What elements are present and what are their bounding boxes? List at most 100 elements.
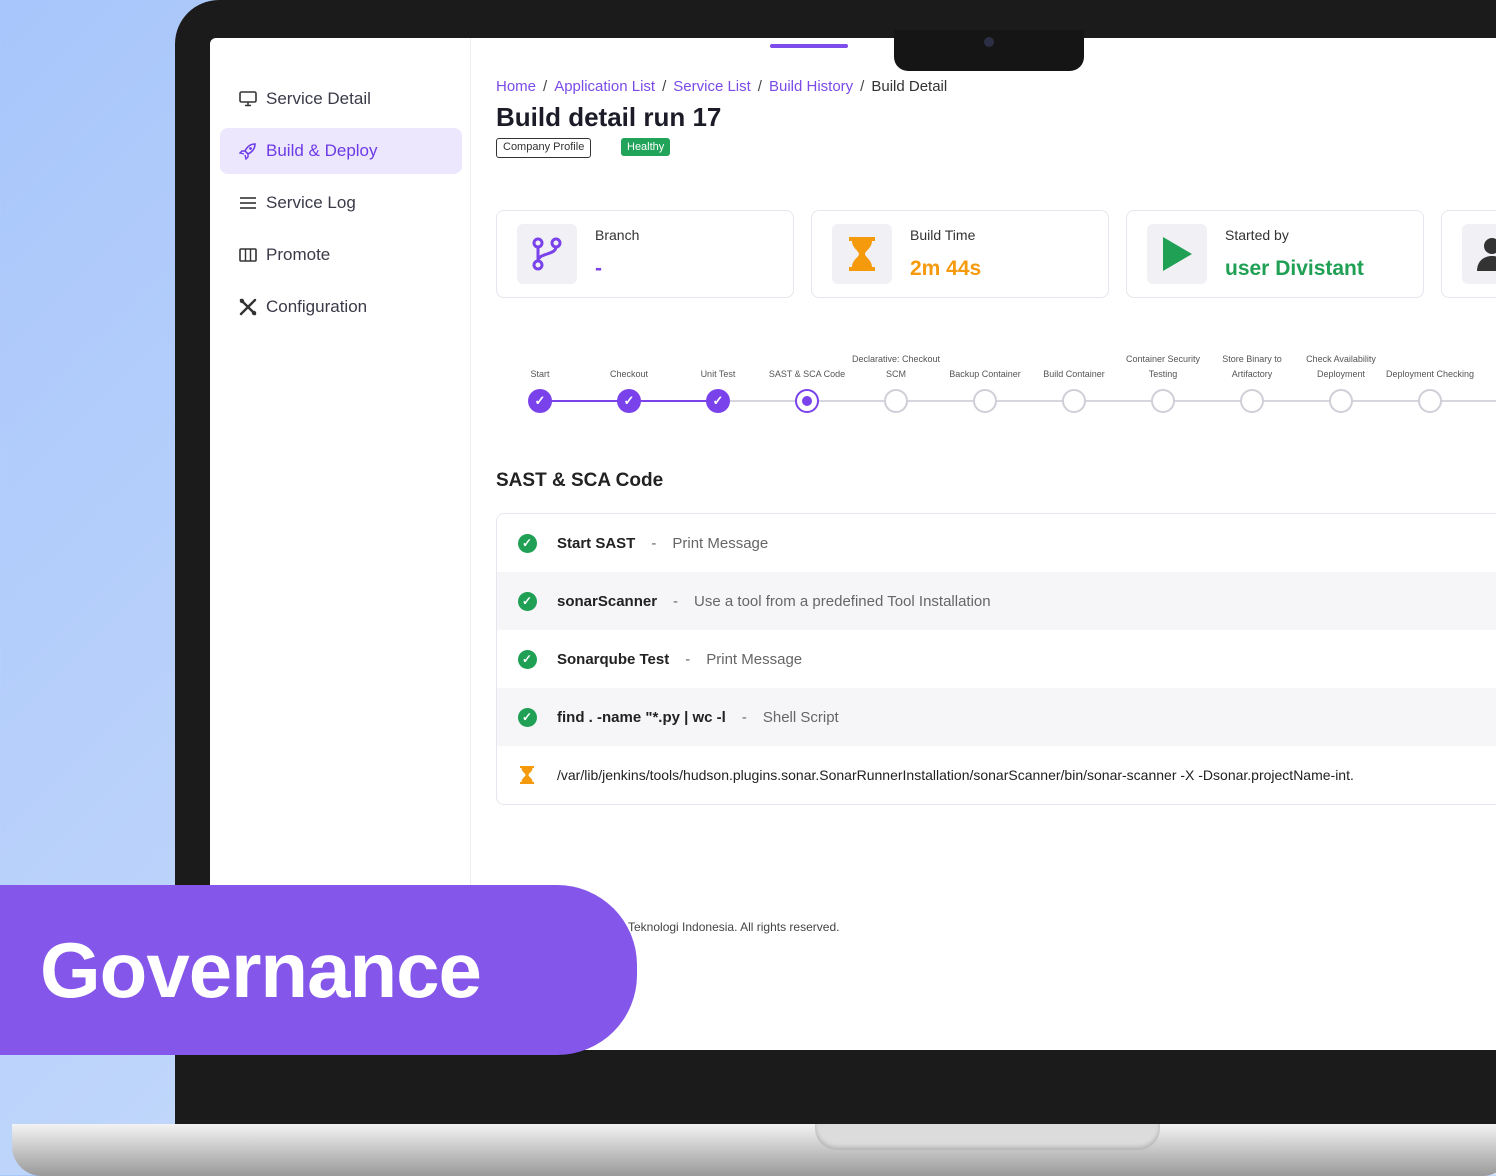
pipeline-step[interactable]: SAST & SCA Code <box>757 346 857 413</box>
step-label: Checkout <box>609 369 649 379</box>
pipeline-step[interactable]: Deployment Checking <box>1380 346 1480 413</box>
rocket-icon <box>238 142 258 160</box>
sidebar-item-label: Configuration <box>266 297 368 316</box>
hourglass-icon <box>517 765 537 785</box>
check-circle-icon: ✓ <box>517 707 537 727</box>
step-status-dot <box>1151 389 1175 413</box>
page-title: Build detail run 17 <box>496 102 722 132</box>
user-icon <box>1462 224 1496 284</box>
step-label: Build Container <box>1043 369 1105 379</box>
log-separator: - <box>685 650 691 668</box>
step-label: SAST & SCA Code <box>768 369 846 379</box>
sidebar-item-service-log[interactable]: Service Log <box>220 180 462 226</box>
pipeline-step[interactable]: P <box>1469 346 1496 413</box>
top-accent-bar <box>770 44 848 48</box>
step-label: Check Availability Deployment <box>1306 354 1376 379</box>
log-row[interactable]: /var/lib/jenkins/tools/hudson.plugins.so… <box>497 746 1496 804</box>
hourglass-icon <box>832 224 892 284</box>
laptop-hinge-notch <box>815 1124 1160 1150</box>
log-step-name: Start SAST <box>557 534 636 552</box>
log-step-desc: Print Message <box>672 534 769 552</box>
log-step-name: sonarScanner <box>557 592 658 610</box>
step-label: Unit Test <box>700 369 736 379</box>
branch-value: - <box>595 257 602 280</box>
camera-icon <box>984 37 994 47</box>
step-label: Declarative: Checkout SCM <box>851 354 941 379</box>
step-check-icon: ✓ <box>528 389 552 413</box>
step-status-dot <box>1329 389 1353 413</box>
pipeline-step[interactable]: Container Security Testing <box>1113 346 1213 413</box>
step-check-icon: ✓ <box>706 389 730 413</box>
stage-log: ✓ Start SAST - Print Message ✓ sonarScan… <box>496 513 1496 805</box>
log-separator: - <box>673 592 679 610</box>
step-status-dot <box>973 389 997 413</box>
banner-title: Governance <box>40 926 482 1014</box>
camera-notch <box>894 30 1084 71</box>
log-separator: - <box>741 708 747 726</box>
pipeline-step[interactable]: Declarative: Checkout SCM <box>846 346 946 413</box>
build-time-value: 2m 44s <box>910 257 982 280</box>
log-separator: - <box>651 534 657 552</box>
step-check-icon: ✓ <box>617 389 641 413</box>
log-step-name: Sonarqube Test <box>557 650 670 668</box>
log-row[interactable]: ✓ Sonarqube Test - Print Message <box>497 630 1496 688</box>
laptop-base <box>12 1124 1496 1176</box>
breadcrumb-build-history[interactable]: Build History <box>769 78 853 95</box>
step-status-dot <box>795 389 819 413</box>
card-label: Build Time <box>910 227 976 243</box>
sidebar-item-promote[interactable]: Promote <box>220 232 462 278</box>
step-label: Start <box>530 369 550 379</box>
breadcrumb-service-list[interactable]: Service List <box>673 78 751 95</box>
monitor-icon <box>238 91 258 107</box>
sidebar-item-service-detail[interactable]: Service Detail <box>220 76 462 122</box>
log-step-desc: Print Message <box>706 650 803 668</box>
breadcrumb-current: Build Detail <box>871 78 948 95</box>
tools-icon <box>238 298 258 316</box>
branch-card: Branch - <box>496 210 794 298</box>
pipeline-step[interactable]: Build Container <box>1024 346 1124 413</box>
pipeline-step[interactable]: Checkout ✓ <box>579 346 679 413</box>
list-icon <box>238 196 258 210</box>
status-badge: Healthy <box>621 138 671 156</box>
check-circle-icon: ✓ <box>517 533 537 553</box>
step-status-dot <box>1062 389 1086 413</box>
pipeline-step[interactable]: Check Availability Deployment <box>1291 346 1391 413</box>
sidebar-item-label: Service Detail <box>266 89 371 108</box>
log-row[interactable]: ✓ find . -name "*.py | wc -l - Shell Scr… <box>497 688 1496 746</box>
check-circle-icon: ✓ <box>517 591 537 611</box>
breadcrumb-home[interactable]: Home <box>496 78 536 95</box>
pipeline-step[interactable]: Start ✓ <box>490 346 590 413</box>
step-label: P <box>1469 346 1496 382</box>
sidebar-item-label: Promote <box>266 245 331 264</box>
log-step-name: find . -name "*.py | wc -l <box>557 708 726 726</box>
project-tag: Company Profile <box>496 138 592 158</box>
card-label: Started by <box>1225 227 1289 243</box>
step-status-dot <box>1418 389 1442 413</box>
pipeline-step[interactable]: Unit Test ✓ <box>668 346 768 413</box>
log-step-command: /var/lib/jenkins/tools/hudson.plugins.so… <box>557 767 1354 783</box>
step-label: Deployment Checking <box>1385 369 1475 379</box>
pipeline-step[interactable]: Backup Container <box>935 346 1035 413</box>
sidebar-item-label: Build & Deploy <box>266 141 378 160</box>
user-card <box>1441 210 1496 298</box>
step-label: Store Binary to Artifactory <box>1222 354 1282 379</box>
sidebar-item-build-deploy[interactable]: Build & Deploy <box>220 128 462 174</box>
pipeline-step[interactable]: Store Binary to Artifactory <box>1202 346 1302 413</box>
log-row[interactable]: ✓ Start SAST - Print Message <box>497 514 1496 572</box>
step-label: Container Security Testing <box>1125 354 1201 379</box>
build-time-card: Build Time 2m 44s <box>811 210 1109 298</box>
step-status-dot <box>884 389 908 413</box>
pipeline-stepper: Start ✓ Checkout ✓ Unit Test ✓ SAST & SCA Code… <box>496 346 1496 426</box>
footer-copyright: Teknologi Indonesia. All rights reserved… <box>628 920 840 934</box>
sidebar-item-configuration[interactable]: Configuration <box>220 284 462 330</box>
check-circle-icon: ✓ <box>517 649 537 669</box>
step-label: Backup Container <box>949 369 1021 379</box>
started-by-value: user Divistant <box>1225 257 1364 280</box>
stage-title: SAST & SCA Code <box>496 470 664 491</box>
step-status-dot <box>1240 389 1264 413</box>
breadcrumb-application-list[interactable]: Application List <box>554 78 655 95</box>
log-row[interactable]: ✓ sonarScanner - Use a tool from a prede… <box>497 572 1496 630</box>
card-label: Branch <box>595 227 640 243</box>
play-icon <box>1147 224 1207 284</box>
log-step-desc: Use a tool from a predefined Tool Instal… <box>694 592 991 610</box>
